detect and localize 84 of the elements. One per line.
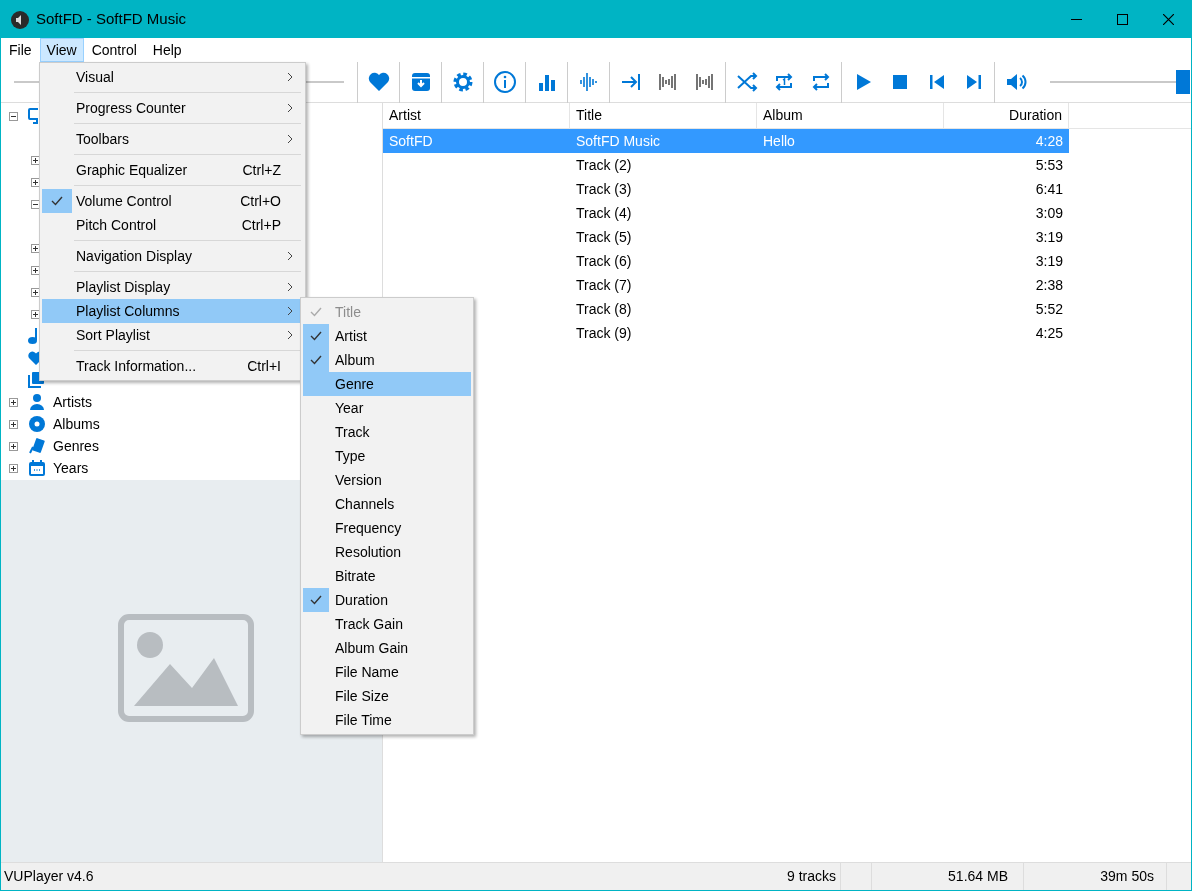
table-cell-text: Track (9) <box>576 323 632 343</box>
tree-item[interactable]: Years <box>53 457 89 479</box>
person-icon <box>30 394 44 410</box>
status-file-size: 51.64 MB <box>871 863 1024 890</box>
table-cell-text: 3:09 <box>1035 203 1063 223</box>
menu-entry[interactable]: Visual <box>42 65 303 89</box>
status-track-count: 9 tracks <box>741 863 841 890</box>
menu-entry: Title <box>303 300 471 324</box>
menu-entry[interactable]: Track <box>303 420 471 444</box>
menu-entry[interactable]: Genre <box>303 372 471 396</box>
tree-item[interactable]: Genres <box>53 435 99 457</box>
menu-entry[interactable]: File Size <box>303 684 471 708</box>
menu-entry[interactable]: Year <box>303 396 471 420</box>
table-cell-text: 5:52 <box>1035 299 1063 319</box>
menu-entry[interactable]: Channels <box>303 492 471 516</box>
menu-item[interactable]: Control <box>83 38 145 62</box>
expand-icon[interactable] <box>9 441 18 451</box>
disc-icon <box>29 416 45 432</box>
calendar-icon <box>29 460 45 476</box>
table-cell-text: Track (4) <box>576 203 632 223</box>
menu-entry[interactable]: Track Gain <box>303 612 471 636</box>
menu-entry[interactable]: Navigation Display <box>42 244 303 268</box>
table-cell-text: 4:28 <box>1035 131 1063 151</box>
menu-entry[interactable]: File Time <box>303 708 471 732</box>
status-version: VUPlayer v4.6 <box>4 867 95 886</box>
menu-entry[interactable]: Duration <box>303 588 471 612</box>
minimize-icon <box>1070 19 1082 20</box>
menu-entry[interactable]: Progress Counter <box>42 96 303 120</box>
table-cell-text: 5:53 <box>1035 155 1063 175</box>
table-cell-text: 6:41 <box>1035 179 1063 199</box>
table-cell-text: Track (5) <box>576 227 632 247</box>
column-header[interactable]: Album <box>757 103 944 128</box>
status-total-duration: 39m 50s <box>1024 863 1167 890</box>
table-cell-text: 2:38 <box>1035 275 1063 295</box>
tree-item[interactable]: Albums <box>53 413 100 435</box>
table-cell-text: Track (6) <box>576 251 632 271</box>
image-placeholder-icon <box>117 614 254 722</box>
table-cell-text: Track (3) <box>576 179 632 199</box>
table-cell-text: Track (7) <box>576 275 632 295</box>
volume-slider[interactable] <box>1050 70 1190 94</box>
menu-entry[interactable]: Resolution <box>303 540 471 564</box>
menu-entry[interactable]: Type <box>303 444 471 468</box>
tag-icon <box>29 438 45 454</box>
menu-entry[interactable]: Volume Control Ctrl+O <box>42 189 303 213</box>
menu-entry[interactable]: Playlist Display <box>42 275 303 299</box>
menu-entry[interactable]: Bitrate <box>303 564 471 588</box>
tree-item[interactable]: Artists <box>53 391 92 413</box>
column-header[interactable]: Duration <box>944 103 1069 128</box>
column-header[interactable]: Artist <box>383 103 570 128</box>
app-icon <box>11 10 29 29</box>
table-cell-text: Hello <box>763 131 795 151</box>
menu-entry[interactable]: Album <box>303 348 471 372</box>
info-icon[interactable] <box>492 70 517 94</box>
menu-entry[interactable]: Track Information... Ctrl+I <box>42 354 303 378</box>
table-cell-text: SoftFD <box>389 131 433 151</box>
table-cell-text: 4:25 <box>1035 323 1063 343</box>
menu-entry[interactable]: File Name <box>303 660 471 684</box>
menu-item[interactable]: View <box>39 38 84 62</box>
maximize-icon <box>1116 14 1128 25</box>
menu-entry[interactable]: Pitch Control Ctrl+P <box>42 213 303 237</box>
expand-icon[interactable] <box>9 419 18 429</box>
table-cell-text: Track (8) <box>576 299 632 319</box>
menu-item[interactable]: File <box>1 38 40 62</box>
menu-entry[interactable]: Frequency <box>303 516 471 540</box>
music-note-icon <box>28 328 38 344</box>
table-cell-text: 3:19 <box>1035 251 1063 271</box>
table-cell-text: SoftFD Music <box>576 131 660 151</box>
expand-icon[interactable] <box>9 463 18 473</box>
window-title: SoftFD - SoftFD Music <box>36 9 187 30</box>
table-cell-text: Track (2) <box>576 155 632 175</box>
menu-entry[interactable]: Album Gain <box>303 636 471 660</box>
menu-entry[interactable]: Sort Playlist <box>42 323 303 347</box>
menu-entry[interactable]: Graphic Equalizer Ctrl+Z <box>42 158 303 182</box>
column-header[interactable]: Title <box>570 103 757 128</box>
table-cell-text: 3:19 <box>1035 227 1063 247</box>
expand-icon[interactable] <box>9 397 18 407</box>
menu-entry[interactable]: Toolbars <box>42 127 303 151</box>
menu-item[interactable]: Help <box>144 38 190 62</box>
favourite-heart-icon[interactable] <box>366 70 391 94</box>
menu-entry[interactable]: Artist <box>303 324 471 348</box>
close-icon <box>1162 14 1174 25</box>
menu-entry[interactable]: Version <box>303 468 471 492</box>
menu-entry[interactable]: Playlist Columns <box>42 299 303 323</box>
collapse-icon[interactable] <box>9 111 18 121</box>
